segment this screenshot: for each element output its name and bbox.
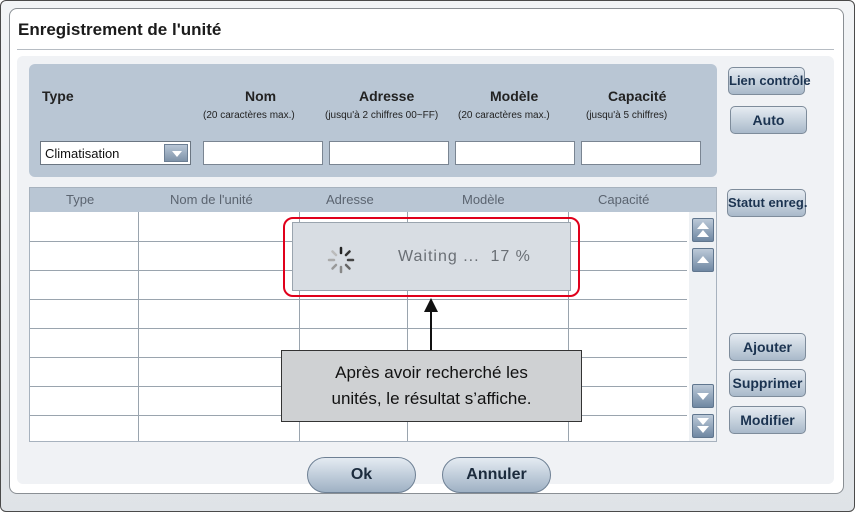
modele-input[interactable] xyxy=(455,141,575,165)
ajouter-button[interactable]: Ajouter xyxy=(729,333,806,361)
auto-button[interactable]: Auto xyxy=(730,106,807,134)
type-header: Type xyxy=(42,88,74,104)
col-nom: Nom de l'unité xyxy=(170,192,253,207)
chevron-down-icon[interactable] xyxy=(164,144,188,162)
double-chevron-down-icon[interactable] xyxy=(692,414,714,438)
supprimer-button[interactable]: Supprimer xyxy=(729,369,806,397)
adresse-input[interactable] xyxy=(329,141,449,165)
capacite-hint: (jusqu'à 5 chiffres) xyxy=(586,110,668,121)
col-divider xyxy=(138,212,139,441)
capacite-header: Capacité xyxy=(608,88,667,104)
adresse-header: Adresse xyxy=(359,88,415,104)
annuler-button[interactable]: Annuler xyxy=(442,457,551,493)
table-row[interactable] xyxy=(30,299,687,300)
nom-input[interactable] xyxy=(203,141,323,165)
type-select-value: Climatisation xyxy=(45,146,120,161)
col-type: Type xyxy=(66,192,95,207)
title-divider xyxy=(17,49,834,50)
nom-hint: (20 caractères max.) xyxy=(203,110,295,121)
highlight-frame xyxy=(283,217,580,297)
col-adresse: Adresse xyxy=(326,192,374,207)
capacite-input[interactable] xyxy=(581,141,701,165)
callout-box: Après avoir recherché les unités, le rés… xyxy=(281,350,582,422)
chevron-up-icon[interactable] xyxy=(692,248,714,272)
lien-controle-button[interactable]: Lien contrôle xyxy=(728,67,811,95)
nom-header: Nom xyxy=(245,88,277,104)
ok-button[interactable]: Ok xyxy=(307,457,416,493)
table-header: Type Nom de l'unité Adresse Modèle Capac… xyxy=(30,188,716,212)
double-chevron-up-icon[interactable] xyxy=(692,218,714,242)
modele-header: Modèle xyxy=(490,88,539,104)
table-row[interactable] xyxy=(30,328,687,329)
col-modele: Modèle xyxy=(462,192,505,207)
modele-hint: (20 caractères max.) xyxy=(458,110,550,121)
modifier-button[interactable]: Modifier xyxy=(729,406,806,434)
type-select[interactable]: Climatisation xyxy=(40,141,191,165)
chevron-down-icon[interactable] xyxy=(692,384,714,408)
col-capacite: Capacité xyxy=(598,192,650,207)
callout-line-1: Après avoir recherché les xyxy=(335,363,528,382)
callout-line-2: unités, le résultat s’affiche. xyxy=(331,389,532,408)
statut-enreg-button[interactable]: Statut enreg. xyxy=(727,189,807,217)
dialog-title: Enregistrement de l'unité xyxy=(18,20,222,39)
callout-arrow-line xyxy=(430,310,432,353)
adresse-hint: (jusqu'à 2 chiffres 00~FF) xyxy=(325,110,439,121)
